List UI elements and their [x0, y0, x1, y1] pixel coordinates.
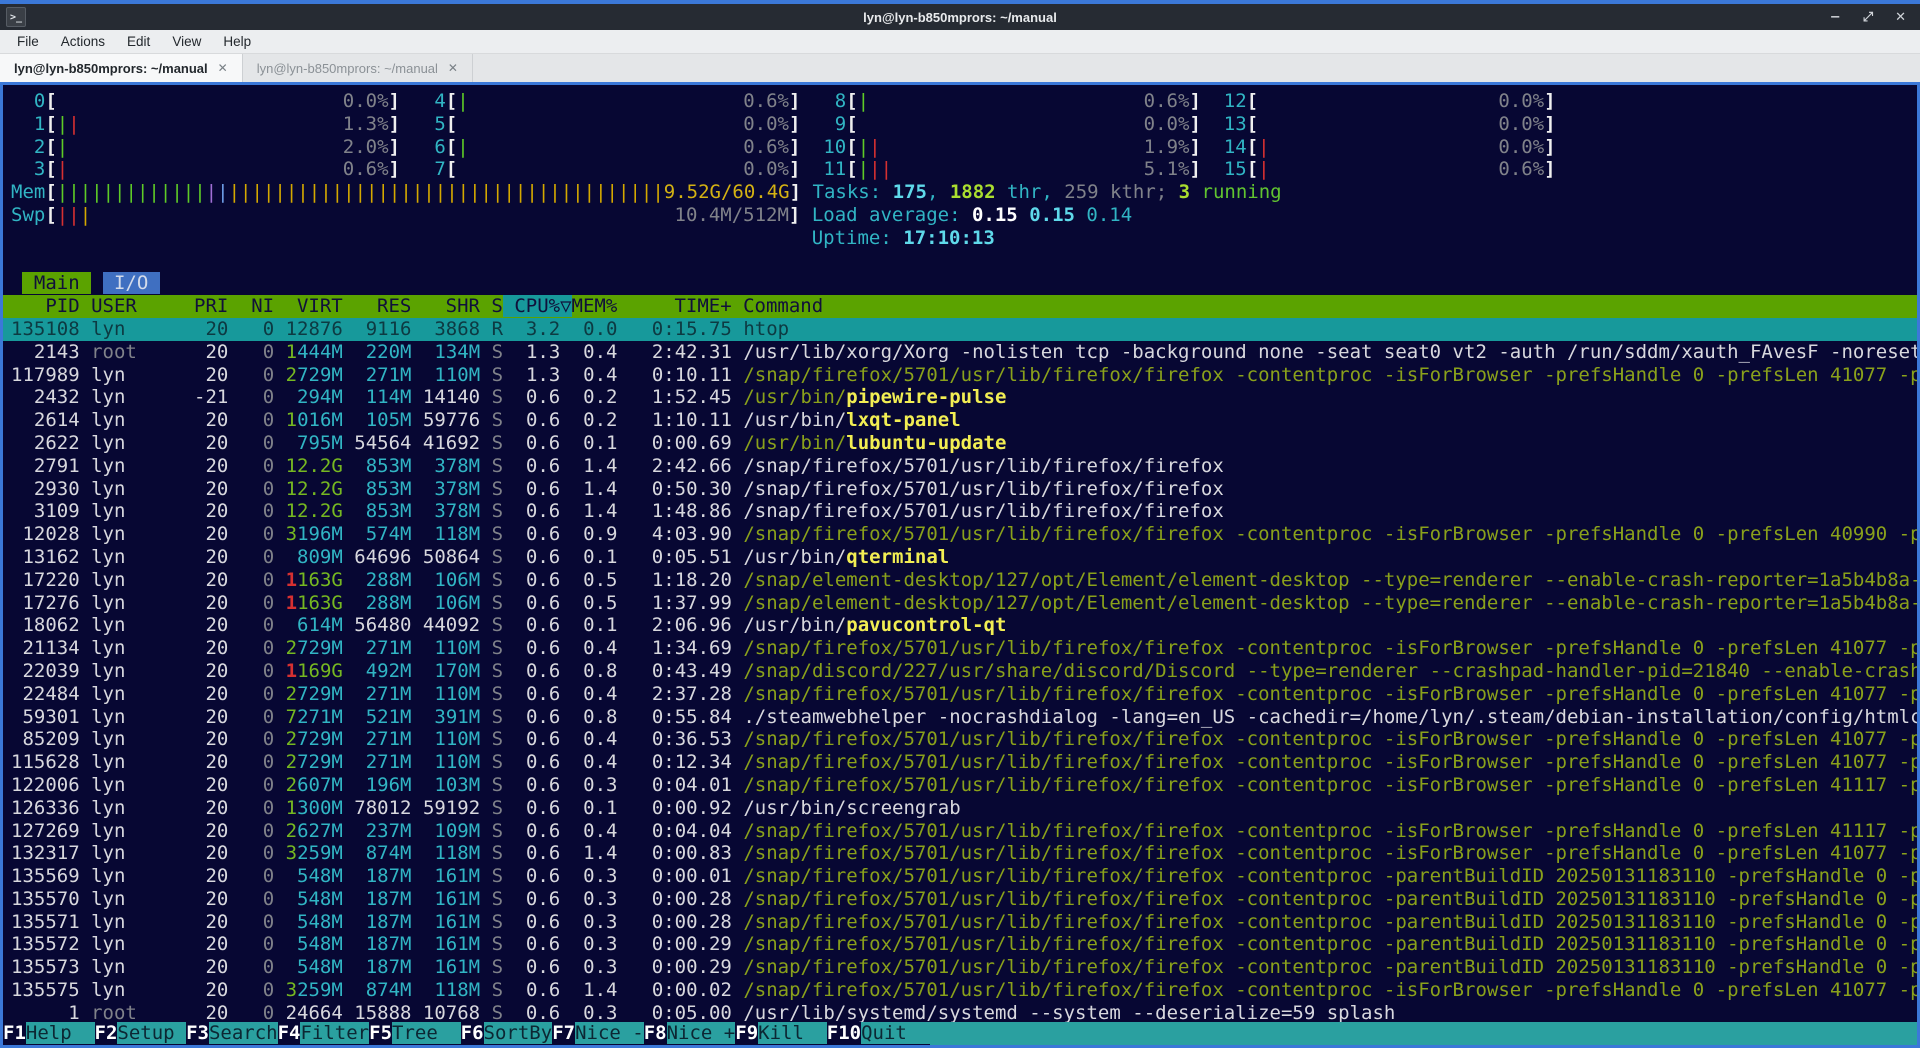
terminal-tab-1[interactable]: lyn@lyn-b850mprors: ~/manual ✕ [0, 54, 243, 82]
fkey-F3[interactable]: F3Search [186, 1022, 278, 1045]
tab-label: lyn@lyn-b850mprors: ~/manual [257, 61, 438, 76]
process-row[interactable]: 2143 root 20 0 1444M 220M 134M S 1.3 0.4… [3, 341, 1917, 364]
menu-item-help[interactable]: Help [214, 32, 260, 51]
menu-item-file[interactable]: File [8, 32, 48, 51]
process-row[interactable]: 13162 lyn 20 0 809M 64696 50864 S 0.6 0.… [3, 546, 1917, 569]
fkey-F10[interactable]: F10Quit [827, 1022, 930, 1045]
process-row[interactable]: 135569 lyn 20 0 548M 187M 161M S 0.6 0.3… [3, 865, 1917, 888]
mem-meter-row: Mem[||||||||||||||||||||||||||||||||||||… [3, 181, 1917, 204]
process-row[interactable]: 132317 lyn 20 0 3259M 874M 118M S 0.6 1.… [3, 842, 1917, 865]
htop-tab-main[interactable]: Main [22, 272, 91, 294]
tab-bar: lyn@lyn-b850mprors: ~/manual✕lyn@lyn-b85… [0, 54, 1920, 82]
tab-label: lyn@lyn-b850mprors: ~/manual [14, 61, 208, 76]
fnbar-filler [930, 1022, 1917, 1045]
htop-tab-io[interactable]: I/O [103, 272, 160, 294]
process-row[interactable]: 85209 lyn 20 0 2729M 271M 110M S 0.6 0.4… [3, 728, 1917, 751]
process-row[interactable]: 117989 lyn 20 0 2729M 271M 110M S 1.3 0.… [3, 364, 1917, 387]
tab-close-icon[interactable]: ✕ [218, 61, 228, 75]
menubar: FileActionsEditViewHelp [0, 30, 1920, 54]
htop-meters: 0[ 0.0%] 4[| 0.6%] 8[| 0.6%] 12[ 0.0%] 1… [3, 90, 1917, 272]
close-icon[interactable]: ✕ [1895, 10, 1906, 25]
htop-view-tabs: Main I/O [3, 272, 1917, 295]
terminal-icon: >_ [6, 7, 26, 27]
process-row[interactable]: 3109 lyn 20 0 12.2G 853M 378M S 0.6 1.4 … [3, 500, 1917, 523]
cpu-meter-row-3: 3[| 0.6%] 7[ 0.0%] 11[||| 5.1%] 15[| 0.6… [3, 158, 1917, 181]
process-row[interactable]: 2930 lyn 20 0 12.2G 853M 378M S 0.6 1.4 … [3, 478, 1917, 501]
fkey-F8[interactable]: F8Nice + [644, 1022, 736, 1045]
terminal-screen[interactable]: 0[ 0.0%] 4[| 0.6%] 8[| 0.6%] 12[ 0.0%] 1… [0, 82, 1920, 1048]
process-row[interactable]: 2791 lyn 20 0 12.2G 853M 378M S 0.6 1.4 … [3, 455, 1917, 478]
cpu-meter-row-2: 2[| 2.0%] 6[| 0.6%] 10[|| 1.9%] 14[| 0.0… [3, 136, 1917, 159]
process-row[interactable]: 2614 lyn 20 0 1016M 105M 59776 S 0.6 0.2… [3, 409, 1917, 432]
tab-close-icon[interactable]: ✕ [448, 61, 458, 75]
process-row[interactable]: 22039 lyn 20 0 1169G 492M 170M S 0.6 0.8… [3, 660, 1917, 683]
window-controls: − ⤢ ✕ [1830, 10, 1920, 25]
process-row[interactable]: 135575 lyn 20 0 3259M 874M 118M S 0.6 1.… [3, 979, 1917, 1002]
process-row[interactable]: 135573 lyn 20 0 548M 187M 161M S 0.6 0.3… [3, 956, 1917, 979]
fkey-F7[interactable]: F7Nice - [552, 1022, 644, 1045]
titlebar[interactable]: >_ lyn@lyn-b850mprors: ~/manual − ⤢ ✕ [0, 4, 1920, 30]
process-row[interactable]: 135572 lyn 20 0 548M 187M 161M S 0.6 0.3… [3, 933, 1917, 956]
blank-row [3, 250, 1917, 273]
process-row-selected[interactable]: 135108 lyn 20 0 12876 9116 3868 R 3.2 0.… [3, 318, 1917, 341]
process-row[interactable]: 127269 lyn 20 0 2627M 237M 109M S 0.6 0.… [3, 820, 1917, 843]
fkey-F5[interactable]: F5Tree [369, 1022, 461, 1045]
function-key-bar: F1Help F2Setup F3SearchF4FilterF5Tree F6… [3, 1022, 1917, 1045]
swap-meter-row: Swp[||| 10.4M/512M] Load average: 0.15 0… [3, 204, 1917, 227]
menu-item-view[interactable]: View [163, 32, 210, 51]
fkey-F4[interactable]: F4Filter [278, 1022, 370, 1045]
process-row[interactable]: 2622 lyn 20 0 795M 54564 41692 S 0.6 0.1… [3, 432, 1917, 455]
process-row[interactable]: 115628 lyn 20 0 2729M 271M 110M S 0.6 0.… [3, 751, 1917, 774]
process-row[interactable]: 135570 lyn 20 0 548M 187M 161M S 0.6 0.3… [3, 888, 1917, 911]
menu-item-edit[interactable]: Edit [118, 32, 159, 51]
maximize-icon[interactable]: ⤢ [1863, 10, 1873, 25]
process-row[interactable]: 18062 lyn 20 0 614M 56480 44092 S 0.6 0.… [3, 614, 1917, 637]
process-row[interactable]: 2432 lyn -21 0 294M 114M 14140 S 0.6 0.2… [3, 386, 1917, 409]
process-row[interactable]: 21134 lyn 20 0 2729M 271M 110M S 0.6 0.4… [3, 637, 1917, 660]
process-table-header[interactable]: PID USER PRI NI VIRT RES SHR S CPU%▽MEM%… [3, 295, 1917, 318]
window-title: lyn@lyn-b850mprors: ~/manual [0, 10, 1920, 25]
process-row[interactable]: 122006 lyn 20 0 2607M 196M 103M S 0.6 0.… [3, 774, 1917, 797]
minimize-icon[interactable]: − [1830, 10, 1841, 25]
process-row[interactable]: 59301 lyn 20 0 7271M 521M 391M S 0.6 0.8… [3, 706, 1917, 729]
load-average: Load average: 0.15 0.15 0.14 [812, 204, 1132, 226]
cpu-meter-row-0: 0[ 0.0%] 4[| 0.6%] 8[| 0.6%] 12[ 0.0%] [3, 90, 1917, 113]
cpu-meter-row-1: 1[|| 1.3%] 5[ 0.0%] 9[ 0.0%] 13[ 0.0%] [3, 113, 1917, 136]
process-list: 135108 lyn 20 0 12876 9116 3868 R 3.2 0.… [3, 318, 1917, 1025]
process-row[interactable]: 17276 lyn 20 0 1163G 288M 106M S 0.6 0.5… [3, 592, 1917, 615]
app-window: >_ lyn@lyn-b850mprors: ~/manual − ⤢ ✕ Fi… [0, 0, 1920, 1048]
process-row[interactable]: 126336 lyn 20 0 1300M 78012 59192 S 0.6 … [3, 797, 1917, 820]
fkey-F1[interactable]: F1Help [3, 1022, 95, 1045]
fkey-F2[interactable]: F2Setup [95, 1022, 187, 1045]
fkey-F9[interactable]: F9Kill [735, 1022, 827, 1045]
tasks-summary: Tasks: 175, 1882 thr, 259 kthr; 3 runnin… [813, 181, 1282, 203]
uptime: Uptime: 17:10:13 [812, 227, 995, 249]
terminal-tab-2[interactable]: lyn@lyn-b850mprors: ~/manual ✕ [243, 54, 473, 82]
process-row[interactable]: 135571 lyn 20 0 548M 187M 161M S 0.6 0.3… [3, 911, 1917, 934]
fkey-F6[interactable]: F6SortBy [461, 1022, 553, 1045]
uptime-row: Uptime: 17:10:13 [3, 227, 1917, 250]
menu-item-actions[interactable]: Actions [52, 32, 114, 51]
process-row[interactable]: 22484 lyn 20 0 2729M 271M 110M S 0.6 0.4… [3, 683, 1917, 706]
process-row[interactable]: 17220 lyn 20 0 1163G 288M 106M S 0.6 0.5… [3, 569, 1917, 592]
process-row[interactable]: 12028 lyn 20 0 3196M 574M 118M S 0.6 0.9… [3, 523, 1917, 546]
